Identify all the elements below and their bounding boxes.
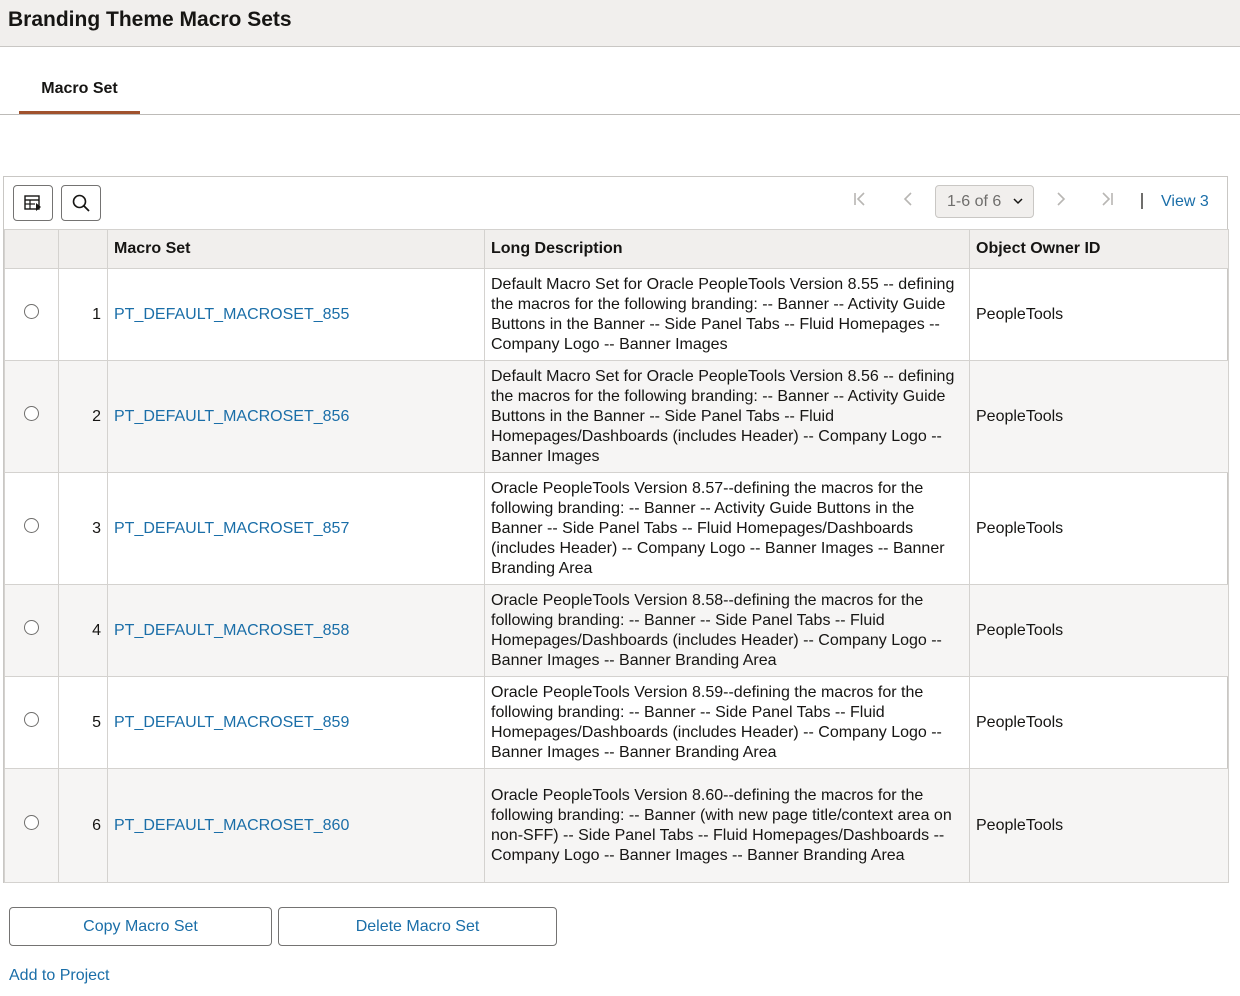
last-page-icon[interactable] [1097, 191, 1117, 212]
macro-set-table: Macro Set Long Description Object Owner … [4, 229, 1229, 883]
page-range-select[interactable]: 1-6 of 6 [935, 185, 1034, 218]
macro-set-link[interactable]: PT_DEFAULT_MACROSET_859 [114, 714, 349, 731]
delete-macro-set-button[interactable]: Delete Macro Set [278, 907, 557, 946]
row-select-cell [4, 268, 59, 361]
table-header-row: Macro Set Long Description Object Owner … [4, 229, 1229, 269]
grid-toolbar: 1-6 of 6 View 3 [4, 177, 1227, 229]
long-description-cell: Oracle PeopleTools Version 8.60--definin… [484, 768, 970, 883]
macro-set-column-header[interactable]: Macro Set [107, 229, 485, 269]
row-select-cell [4, 676, 59, 769]
row-select-radio[interactable] [24, 711, 39, 727]
row-select-radio[interactable] [24, 814, 39, 830]
object-owner-cell: PeopleTools [969, 472, 1229, 585]
table-row: 4 PT_DEFAULT_MACROSET_858 Oracle PeopleT… [4, 584, 1229, 677]
macro-set-link[interactable]: PT_DEFAULT_MACROSET_858 [114, 622, 349, 639]
object-owner-cell: PeopleTools [969, 584, 1229, 677]
row-number: 6 [58, 768, 108, 883]
chevron-down-icon [1013, 198, 1023, 205]
row-select-radio[interactable] [24, 517, 39, 533]
macro-set-link[interactable]: PT_DEFAULT_MACROSET_857 [114, 520, 349, 537]
row-select-radio[interactable] [24, 619, 39, 635]
row-number: 4 [58, 584, 108, 677]
object-owner-column-header[interactable]: Object Owner ID [969, 229, 1229, 269]
row-select-cell [4, 472, 59, 585]
row-select-cell [4, 584, 59, 677]
macro-set-cell: PT_DEFAULT_MACROSET_858 [107, 584, 485, 677]
row-number: 3 [58, 472, 108, 585]
macro-set-cell: PT_DEFAULT_MACROSET_855 [107, 268, 485, 361]
table-row: 1 PT_DEFAULT_MACROSET_855 Default Macro … [4, 268, 1229, 361]
long-description-cell: Oracle PeopleTools Version 8.57--definin… [484, 472, 970, 585]
first-page-icon[interactable] [850, 191, 870, 212]
row-number-column-header [58, 229, 108, 269]
row-select-cell [4, 768, 59, 883]
previous-page-icon[interactable] [898, 191, 918, 212]
row-select-cell [4, 360, 59, 473]
row-number: 2 [58, 360, 108, 473]
long-description-cell: Oracle PeopleTools Version 8.58--definin… [484, 584, 970, 677]
table-row: 2 PT_DEFAULT_MACROSET_856 Default Macro … [4, 360, 1229, 473]
macro-set-cell: PT_DEFAULT_MACROSET_857 [107, 472, 485, 585]
page-title: Branding Theme Macro Sets [8, 8, 292, 31]
macro-set-grid: 1-6 of 6 View 3 Macro Set Long Descripti… [3, 176, 1229, 883]
macro-set-link[interactable]: PT_DEFAULT_MACROSET_860 [114, 817, 349, 834]
select-column-header [4, 229, 59, 269]
search-icon [72, 194, 90, 212]
long-description-cell: Default Macro Set for Oracle PeopleTools… [484, 360, 970, 473]
object-owner-cell: PeopleTools [969, 676, 1229, 769]
long-description-column-header[interactable]: Long Description [484, 229, 970, 269]
copy-macro-set-button[interactable]: Copy Macro Set [9, 907, 272, 946]
object-owner-cell: PeopleTools [969, 360, 1229, 473]
tab-macro-set[interactable]: Macro Set [19, 79, 140, 114]
view-all-link[interactable]: View 3 [1161, 193, 1209, 211]
next-page-icon[interactable] [1051, 191, 1071, 212]
macro-set-cell: PT_DEFAULT_MACROSET_856 [107, 360, 485, 473]
macro-set-cell: PT_DEFAULT_MACROSET_860 [107, 768, 485, 883]
table-row: 3 PT_DEFAULT_MACROSET_857 Oracle PeopleT… [4, 472, 1229, 585]
toolbar-divider [1141, 193, 1143, 209]
table-row: 5 PT_DEFAULT_MACROSET_859 Oracle PeopleT… [4, 676, 1229, 769]
page-header: Branding Theme Macro Sets [0, 0, 1240, 47]
object-owner-cell: PeopleTools [969, 768, 1229, 883]
grid-personalize-button[interactable] [13, 185, 53, 221]
tab-bar: Macro Set [0, 47, 1240, 115]
row-number: 1 [58, 268, 108, 361]
page-range-value: 1-6 of 6 [947, 192, 1002, 210]
add-to-project-link[interactable]: Add to Project [9, 967, 110, 985]
long-description-cell: Oracle PeopleTools Version 8.59--definin… [484, 676, 970, 769]
grid-personalize-icon [24, 195, 41, 211]
grid-search-button[interactable] [61, 185, 101, 221]
long-description-cell: Default Macro Set for Oracle PeopleTools… [484, 268, 970, 361]
row-select-radio[interactable] [24, 303, 39, 319]
macro-set-cell: PT_DEFAULT_MACROSET_859 [107, 676, 485, 769]
macro-set-link[interactable]: PT_DEFAULT_MACROSET_855 [114, 306, 349, 323]
row-select-radio[interactable] [24, 405, 39, 421]
table-row: 6 PT_DEFAULT_MACROSET_860 Oracle PeopleT… [4, 768, 1229, 883]
row-number: 5 [58, 676, 108, 769]
macro-set-link[interactable]: PT_DEFAULT_MACROSET_856 [114, 408, 349, 425]
object-owner-cell: PeopleTools [969, 268, 1229, 361]
